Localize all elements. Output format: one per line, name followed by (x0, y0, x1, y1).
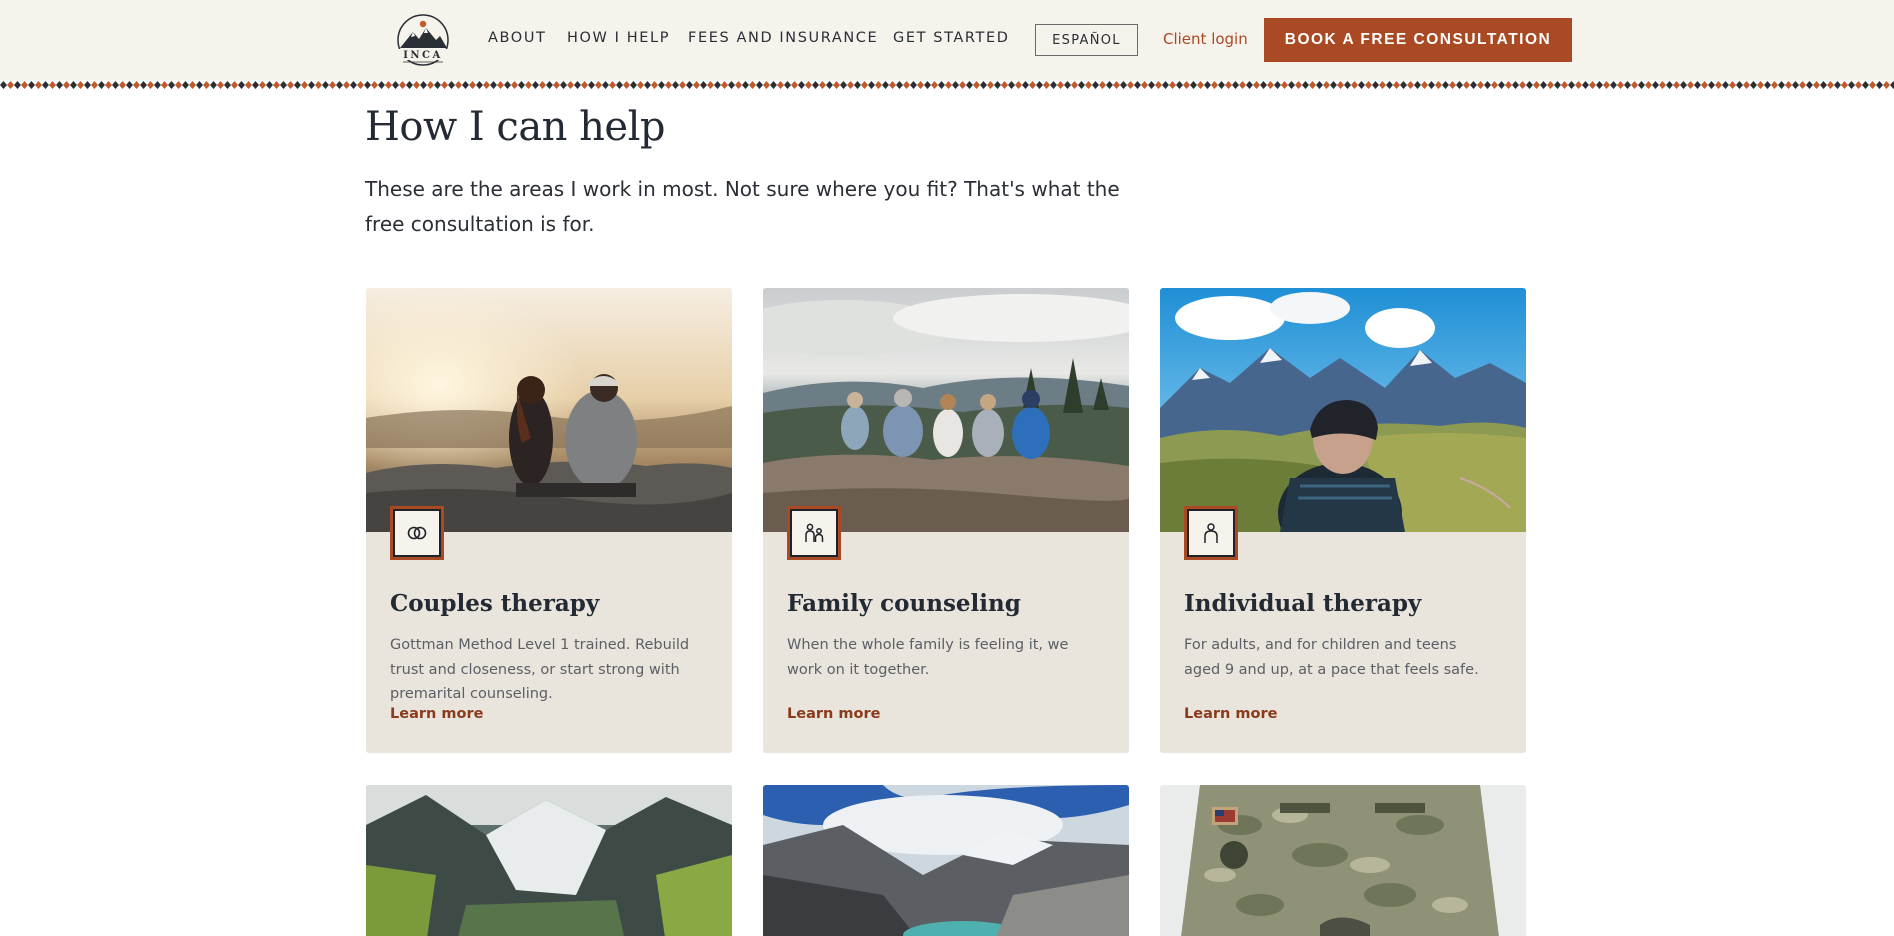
book-consultation-button[interactable]: BOOK A FREE CONSULTATION (1264, 18, 1572, 62)
person-icon (1204, 523, 1218, 543)
card-title: Individual therapy (1184, 590, 1422, 617)
nav-about[interactable]: ABOUT (488, 30, 547, 46)
learn-more-link[interactable]: Learn more (1184, 706, 1277, 722)
nav-how-i-help[interactable]: HOW I HELP (567, 30, 670, 46)
learn-more-link[interactable]: Learn more (787, 706, 880, 722)
card-description: Gottman Method Level 1 trained. Rebuild … (390, 637, 690, 702)
card-title: Family counseling (787, 590, 1021, 617)
logo[interactable]: INCA (391, 12, 455, 66)
decorative-border (0, 79, 1894, 91)
individual-icon-badge (1184, 506, 1238, 560)
nav-fees-and-insurance[interactable]: FEES AND INSURANCE (688, 30, 878, 46)
couples-icon-badge (390, 506, 444, 560)
service-card-individual: Individual therapy For adults, and for c… (1160, 288, 1526, 753)
family-photo (763, 288, 1129, 532)
card-title: Couples therapy (390, 590, 600, 617)
site-header: INCA ABOUT HOW I HELP FEES AND INSURANCE… (0, 0, 1894, 80)
service-card-couples: Couples therapy Gottman Method Level 1 t… (366, 288, 732, 753)
rings-icon (407, 526, 427, 540)
learn-more-link[interactable]: Learn more (390, 706, 483, 722)
logo-text: INCA (403, 50, 443, 61)
lake-photo (763, 785, 1129, 936)
language-toggle-button[interactable]: ESPAÑOL (1035, 24, 1138, 56)
card-description: For adults, and for children and teens a… (1184, 637, 1479, 678)
page-title: How I can help (365, 104, 666, 150)
family-icon-badge (787, 506, 841, 560)
individual-photo (1160, 288, 1526, 532)
intro-text: These are the areas I work in most. Not … (365, 177, 1120, 236)
family-icon (805, 523, 824, 542)
service-card-family: Family counseling When the whole family … (763, 288, 1129, 753)
client-login-link[interactable]: Client login (1163, 30, 1248, 48)
card-description: When the whole family is feeling it, we … (787, 637, 1069, 678)
nav-get-started[interactable]: GET STARTED (893, 30, 1010, 46)
couples-photo (366, 288, 732, 532)
soldier-photo (1160, 785, 1526, 936)
glacier-photo (366, 785, 732, 936)
